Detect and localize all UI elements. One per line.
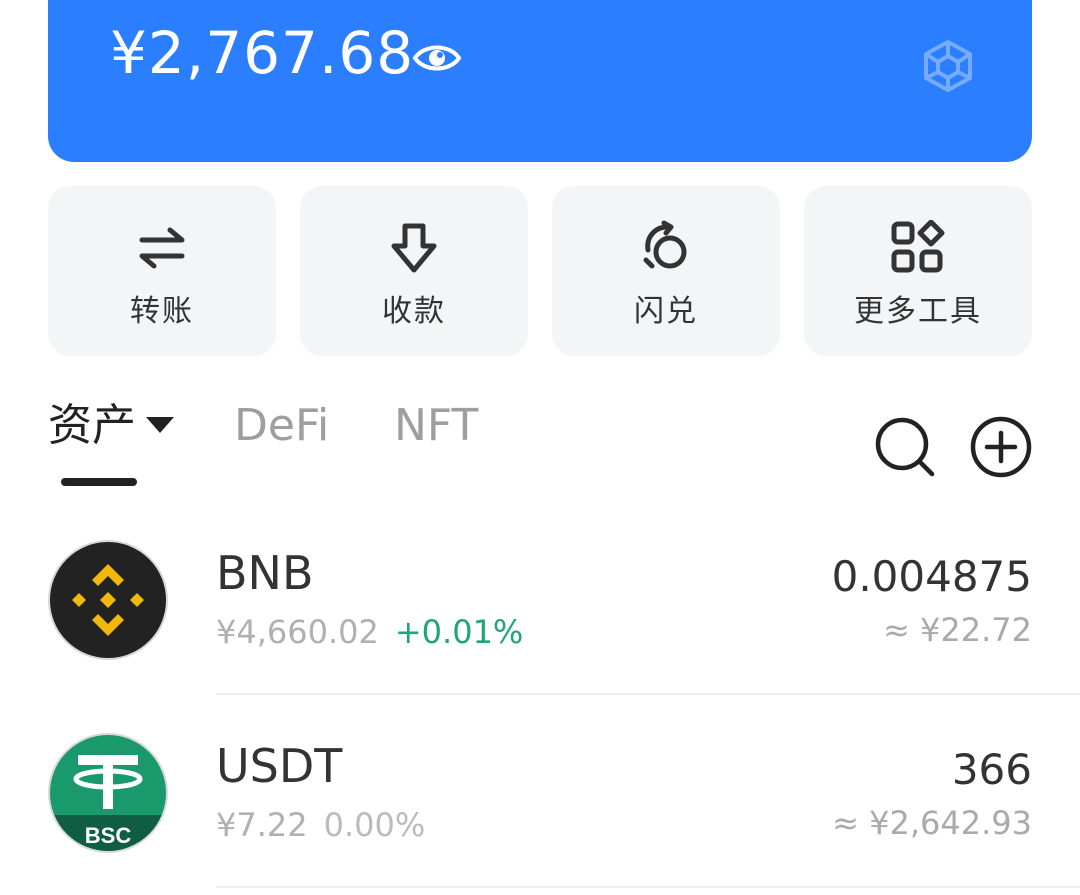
coin-price-value: ¥4,660.02 bbox=[216, 613, 379, 651]
tab-defi[interactable]: DeFi bbox=[234, 404, 329, 448]
bnb-chain-logo-icon bbox=[924, 40, 972, 92]
eye-icon[interactable] bbox=[412, 38, 462, 78]
receive-button[interactable]: 收款 bbox=[300, 186, 528, 356]
search-icon[interactable] bbox=[874, 416, 936, 478]
coin-price: ¥7.22 0.00% bbox=[216, 809, 425, 841]
usdt-coin-icon: BSC bbox=[48, 733, 168, 853]
swap-icon bbox=[643, 220, 687, 269]
asset-tabs: 资产 DeFi NFT bbox=[48, 396, 1032, 496]
transfer-label: 转账 bbox=[130, 294, 194, 329]
tab-nft[interactable]: NFT bbox=[394, 404, 478, 448]
more-tools-button[interactable]: 更多工具 bbox=[804, 186, 1032, 356]
add-token-icon[interactable] bbox=[970, 416, 1032, 478]
transfer-arrows-icon bbox=[139, 227, 185, 269]
active-tab-indicator bbox=[61, 478, 137, 486]
coin-change: +0.01% bbox=[394, 613, 524, 651]
receive-arrow-down-icon bbox=[391, 223, 437, 273]
coin-fiat-value: ≈ ¥22.72 bbox=[883, 611, 1032, 649]
caret-down-icon bbox=[146, 416, 174, 433]
swap-label: 闪兑 bbox=[634, 294, 698, 329]
asset-row-usdt[interactable]: BSC USDT ¥7.22 0.00% 366 ≈ ¥2,642.93 bbox=[0, 695, 1080, 888]
coin-price-value: ¥7.22 bbox=[216, 806, 308, 844]
quick-actions: 转账 收款 闪兑 更多工具 bbox=[48, 186, 1032, 356]
receive-label: 收款 bbox=[382, 294, 446, 329]
transfer-button[interactable]: 转账 bbox=[48, 186, 276, 356]
total-balance: ¥2,767.68 bbox=[110, 19, 415, 87]
more-tools-label: 更多工具 bbox=[854, 294, 982, 329]
bsc-badge-text: BSC bbox=[85, 823, 132, 848]
coin-price: ¥4,660.02 +0.01% bbox=[216, 616, 523, 648]
wallet-home-screen: ¥2,767.68 转账 收款 闪兑 更多工具 资产 DeFi NFT BNB … bbox=[0, 0, 1080, 895]
coin-fiat-value: ≈ ¥2,642.93 bbox=[832, 804, 1032, 842]
coin-symbol: BNB bbox=[216, 546, 314, 600]
bnb-coin-icon bbox=[48, 540, 168, 660]
coin-symbol: USDT bbox=[216, 739, 343, 793]
row-divider bbox=[216, 886, 1080, 888]
grid-tools-icon bbox=[891, 220, 945, 273]
asset-row-bnb[interactable]: BNB ¥4,660.02 +0.01% 0.004875 ≈ ¥22.72 bbox=[0, 502, 1080, 695]
coin-change: 0.00% bbox=[323, 806, 426, 844]
tab-assets-label: 资产 bbox=[48, 400, 136, 451]
swap-button[interactable]: 闪兑 bbox=[552, 186, 780, 356]
coin-amount: 0.004875 bbox=[831, 552, 1032, 601]
coin-amount: 366 bbox=[951, 745, 1032, 794]
balance-card: ¥2,767.68 bbox=[48, 0, 1032, 162]
tab-assets[interactable]: 资产 bbox=[48, 404, 174, 448]
